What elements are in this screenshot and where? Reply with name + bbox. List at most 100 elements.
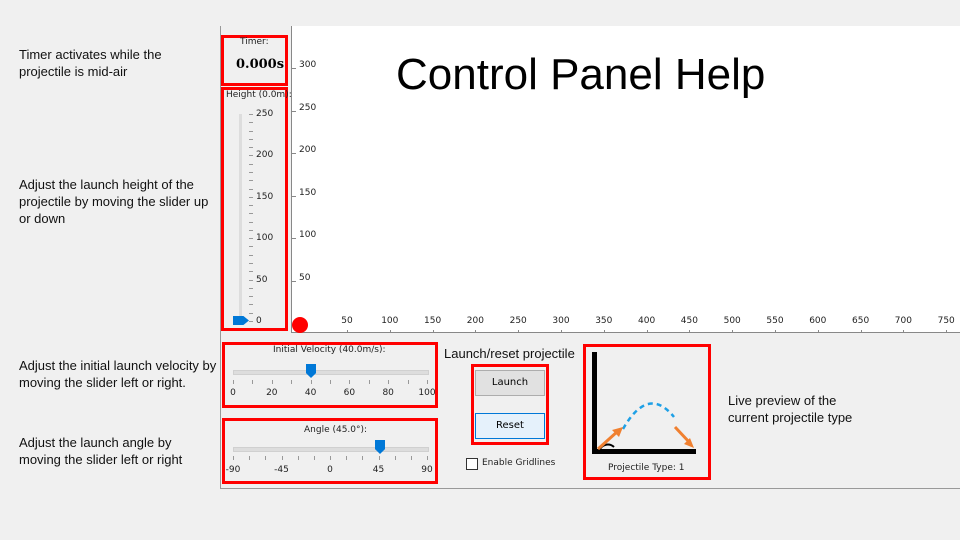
velocity-tick-label: 100 bbox=[418, 388, 436, 398]
reset-button[interactable]: Reset bbox=[475, 413, 545, 439]
height-minor-tick bbox=[249, 205, 253, 207]
velocity-tick-label: 80 bbox=[382, 388, 394, 398]
x-tick-label: 750 bbox=[937, 316, 955, 326]
x-tick-label: 550 bbox=[766, 316, 784, 326]
y-tick-label: 250 bbox=[299, 102, 317, 113]
y-tick-label: 300 bbox=[299, 60, 317, 70]
x-tick-label: 700 bbox=[894, 316, 912, 326]
x-tick bbox=[903, 330, 905, 333]
y-tick bbox=[292, 153, 296, 155]
y-tick bbox=[292, 281, 296, 282]
gridlines-checkbox[interactable] bbox=[466, 458, 478, 470]
angle-label: Angle (45.0°): bbox=[304, 425, 368, 435]
height-minor-tick bbox=[249, 180, 253, 182]
y-tick bbox=[292, 238, 296, 240]
height-slider-track[interactable] bbox=[239, 114, 242, 322]
velocity-tick-label: 20 bbox=[266, 388, 278, 398]
preview-wall bbox=[592, 352, 597, 454]
y-tick bbox=[292, 195, 296, 197]
x-tick-label: 450 bbox=[680, 316, 698, 326]
height-label: Height (0.0m): bbox=[226, 90, 292, 100]
velocity-minor-tick bbox=[330, 380, 331, 384]
angle-minor-tick bbox=[410, 456, 412, 460]
height-minor-tick bbox=[249, 271, 253, 273]
height-tick-label: 50 bbox=[256, 274, 268, 285]
x-tick bbox=[475, 330, 477, 333]
velocity-minor-tick bbox=[271, 380, 273, 384]
timer-display: 0.000s bbox=[236, 57, 285, 72]
x-tick bbox=[561, 330, 562, 333]
height-minor-tick bbox=[249, 296, 253, 298]
angle-minor-tick bbox=[249, 456, 251, 460]
height-tick-label: 150 bbox=[256, 191, 274, 202]
x-tick bbox=[689, 330, 691, 333]
x-tick-label: 400 bbox=[638, 316, 656, 326]
y-tick-label: 200 bbox=[299, 145, 317, 156]
x-tick-label: 200 bbox=[466, 316, 484, 326]
angle-minor-tick bbox=[330, 456, 332, 460]
angle-minor-tick bbox=[346, 456, 348, 460]
height-minor-tick bbox=[249, 287, 253, 289]
y-tick bbox=[292, 68, 296, 69]
angle-minor-tick bbox=[297, 456, 299, 460]
velocity-minor-tick bbox=[368, 380, 370, 384]
height-minor-tick bbox=[249, 321, 253, 322]
height-minor-tick bbox=[249, 221, 253, 223]
x-tick bbox=[432, 330, 434, 333]
velocity-minor-tick bbox=[388, 380, 390, 384]
gridlines-label[interactable]: Enable Gridlines bbox=[482, 458, 555, 468]
velocity-minor-tick bbox=[252, 380, 254, 384]
x-tick bbox=[389, 330, 391, 333]
timer-label: Timer: bbox=[240, 37, 269, 47]
preview-trajectory bbox=[621, 402, 675, 430]
help-preview: Live preview of the current projectile t… bbox=[728, 393, 853, 425]
y-tick-label: 50 bbox=[299, 273, 311, 283]
x-tick bbox=[775, 330, 776, 333]
height-minor-tick bbox=[249, 238, 253, 240]
velocity-label: Initial Velocity (40.0m/s): bbox=[273, 345, 386, 355]
height-minor-tick bbox=[249, 312, 253, 314]
height-highlight bbox=[221, 87, 288, 331]
height-minor-tick bbox=[249, 138, 253, 140]
height-minor-tick bbox=[249, 254, 253, 256]
angle-minor-tick bbox=[313, 456, 315, 460]
x-tick-label: 650 bbox=[852, 316, 870, 326]
y-tick-label: 100 bbox=[299, 230, 317, 241]
y-tick-label: 150 bbox=[299, 187, 317, 198]
help-timer: Timer activates while the projectile is … bbox=[19, 47, 162, 79]
angle-tick-label: 90 bbox=[421, 465, 433, 475]
x-tick bbox=[860, 330, 862, 333]
launch-button[interactable]: Launch bbox=[475, 370, 545, 396]
height-minor-tick bbox=[249, 171, 253, 173]
height-minor-tick bbox=[249, 229, 253, 231]
height-minor-tick bbox=[249, 155, 253, 157]
x-tick-label: 100 bbox=[381, 316, 399, 326]
help-angle: Adjust the launch angle by moving the sl… bbox=[19, 435, 183, 467]
angle-minor-tick bbox=[362, 456, 364, 460]
height-minor-tick bbox=[249, 147, 253, 149]
x-tick-label: 50 bbox=[341, 316, 353, 326]
help-launch: Launch/reset projectile bbox=[444, 346, 575, 361]
velocity-minor-tick bbox=[349, 380, 351, 384]
velocity-slider-track[interactable] bbox=[233, 370, 429, 375]
angle-tick-label: -45 bbox=[274, 465, 289, 475]
height-minor-tick bbox=[249, 304, 253, 306]
height-minor-tick bbox=[249, 114, 253, 115]
height-minor-tick bbox=[249, 263, 253, 265]
angle-minor-tick bbox=[378, 456, 380, 460]
angle-minor-tick bbox=[394, 456, 396, 460]
projectile-preview bbox=[592, 352, 696, 454]
x-tick bbox=[646, 330, 648, 333]
height-minor-tick bbox=[249, 196, 253, 198]
velocity-tick-label: 0 bbox=[230, 388, 236, 398]
y-tick bbox=[292, 110, 296, 112]
help-height: Adjust the launch height of the projecti… bbox=[19, 177, 209, 226]
velocity-minor-tick bbox=[310, 380, 312, 384]
x-tick bbox=[817, 330, 819, 333]
height-tick-label: 250 bbox=[256, 109, 274, 119]
velocity-tick-label: 60 bbox=[343, 388, 356, 398]
angle-slider-track[interactable] bbox=[233, 447, 429, 452]
height-tick-label: 200 bbox=[256, 150, 274, 161]
velocity-minor-tick bbox=[427, 380, 428, 384]
angle-minor-tick bbox=[265, 456, 267, 460]
